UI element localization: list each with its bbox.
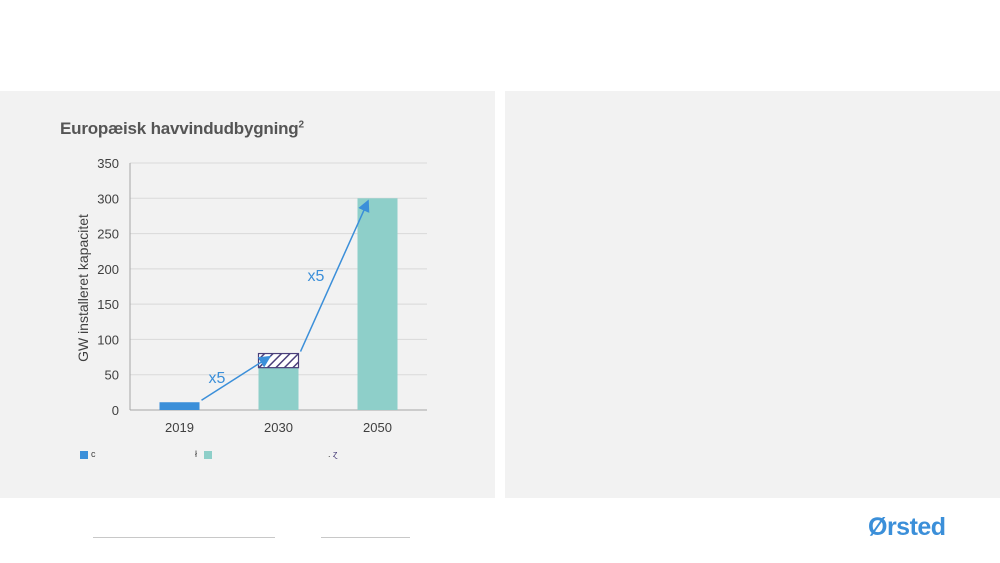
legend-tick: ł [195, 449, 197, 459]
y-axis-label: GW installeret kapacitet [75, 214, 91, 362]
footer-divider-1 [93, 537, 275, 538]
empty-panel [505, 91, 1000, 498]
y-tick-label: 150 [97, 297, 119, 312]
growth-label: x5 [308, 268, 325, 285]
x-tick-label: 2050 [363, 420, 392, 435]
x-tick-label: 2030 [264, 420, 293, 435]
x-tick-label: 2019 [165, 420, 194, 435]
bar-2050-series-2 [357, 198, 398, 410]
legend-swatch-teal [204, 451, 212, 459]
footer-divider-2 [321, 537, 410, 538]
y-tick-label: 50 [105, 368, 119, 383]
legend-label-3: ɀ [333, 449, 338, 459]
legend-dot: . [328, 449, 331, 459]
y-tick-label: 200 [97, 262, 119, 277]
bar-chart: 050100150200250300350 2019 2030 2050 x5x5 … [75, 156, 427, 435]
y-tick-label: 100 [97, 332, 119, 347]
legend-swatch-blue [80, 451, 88, 459]
legend-label-1: c [91, 449, 96, 459]
y-tick-label: 250 [97, 227, 119, 242]
bar-2019-series-1 [159, 402, 200, 410]
orsted-logo: Ørsted [868, 513, 946, 541]
growth-label: x5 [209, 370, 226, 387]
y-tick-label: 350 [97, 156, 119, 171]
bar-2030-series-2 [258, 367, 299, 410]
y-tick-label: 300 [97, 191, 119, 206]
y-tick-label: 0 [112, 403, 119, 418]
